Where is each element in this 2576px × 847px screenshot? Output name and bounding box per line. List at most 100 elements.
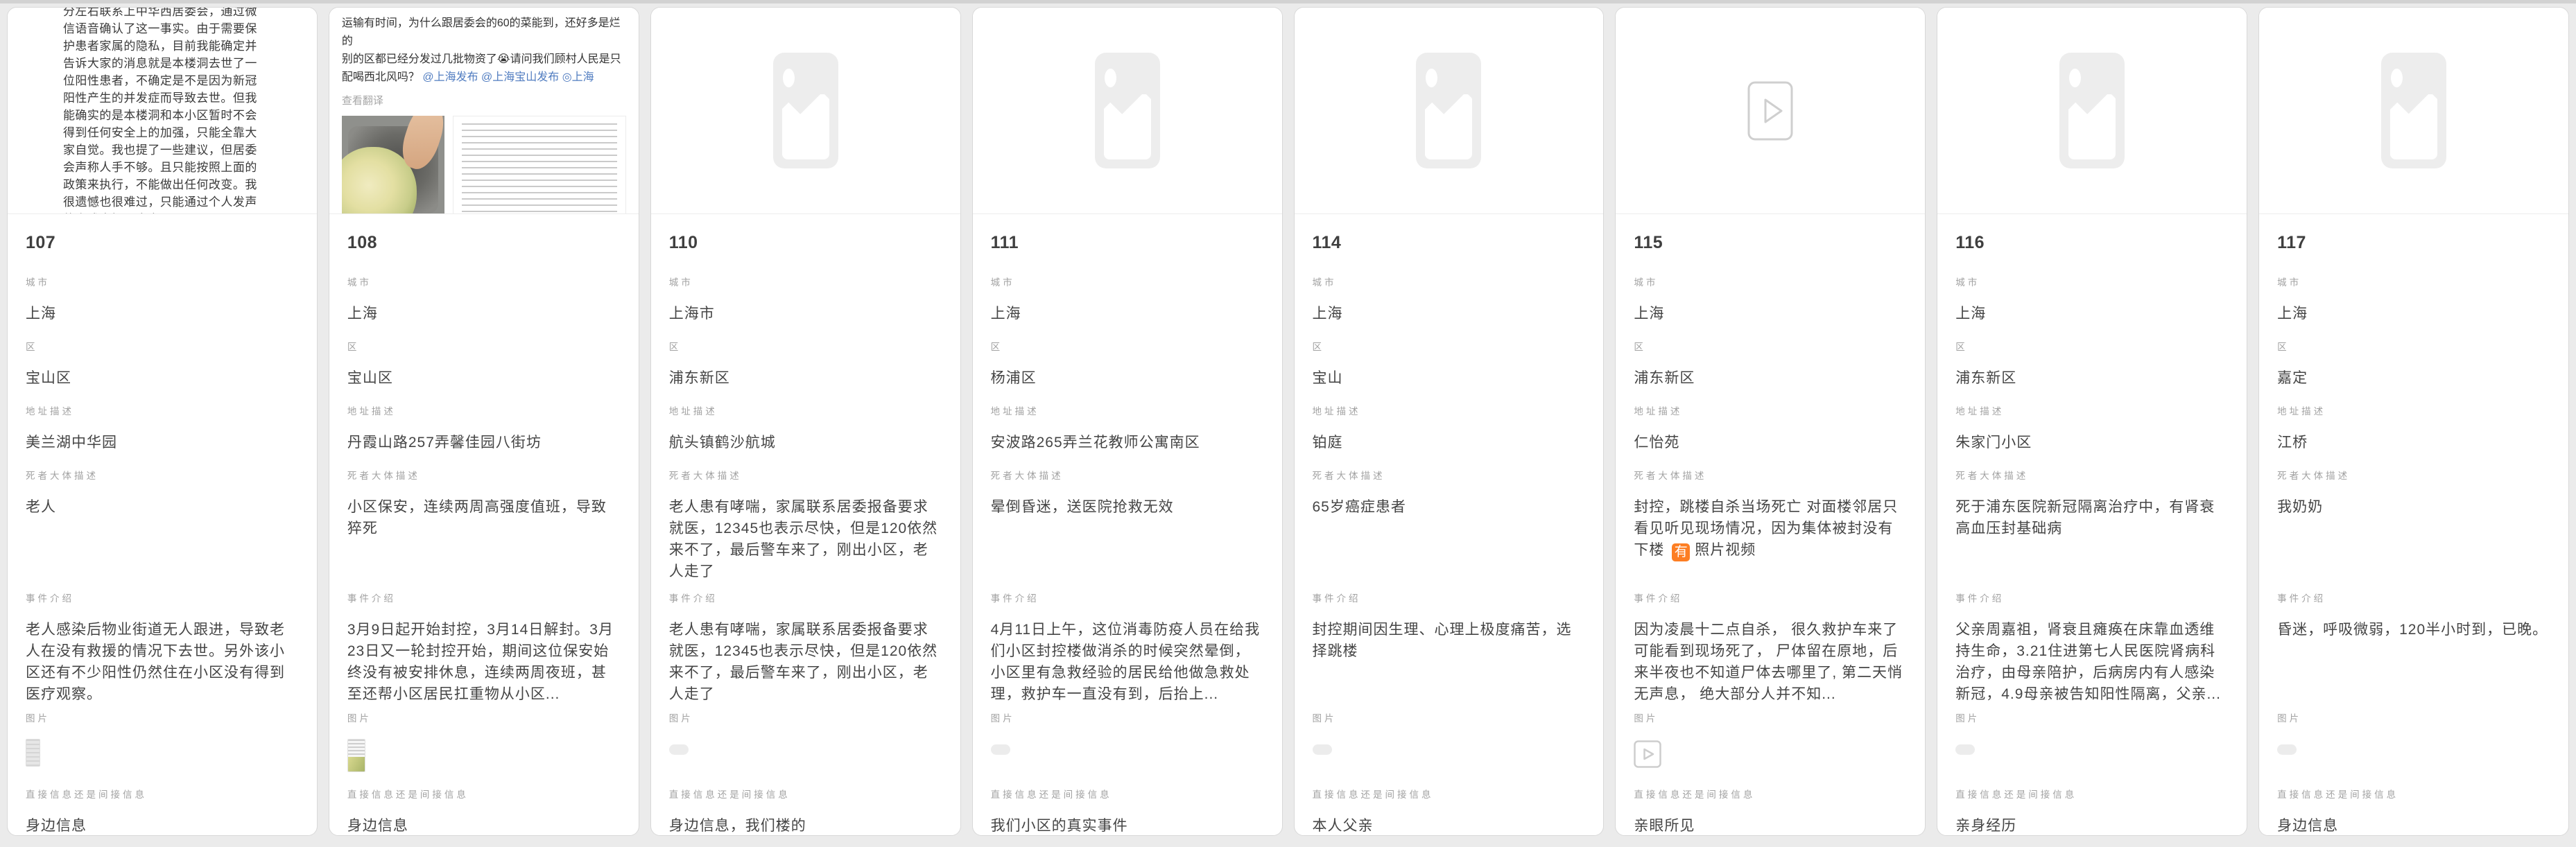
record-cover[interactable] — [1295, 8, 1604, 213]
attachment-thumbnail[interactable] — [26, 739, 40, 767]
video-attachment-thumbnail[interactable] — [1634, 740, 1661, 768]
field-value-address: 美兰湖中华园 — [26, 432, 299, 453]
field-value-victim: 65岁癌症患者 — [1313, 496, 1586, 518]
record-card[interactable]: 117 城市 上海 区 嘉定 地址描述 江桥 死者大体描述 我奶奶 事件介绍 昏… — [2258, 7, 2569, 836]
attachment-thumbnail[interactable] — [1955, 744, 1975, 755]
attachment-thumbnail[interactable] — [347, 739, 365, 772]
field-value-address: 铂庭 — [1313, 432, 1586, 453]
placeholder-mountain-shape — [1425, 94, 1472, 159]
field-label-event: 事件介绍 — [991, 591, 1264, 604]
view-translation-link: 查看翻译 — [342, 93, 626, 107]
field-value-district: 杨浦区 — [991, 367, 1264, 389]
thumbnail-text-part — [348, 740, 365, 757]
field-value-city: 上海 — [1955, 303, 2229, 324]
cabbage-photo — [342, 116, 444, 213]
field-label-city: 城市 — [669, 274, 942, 288]
record-card[interactable]: 运输有时间，为什么跟居委会的60的菜能到，还好多是烂的 别的区都已经分发过几批物… — [329, 7, 639, 836]
record-card[interactable]: 114 城市 上海 区 宝山 地址描述 铂庭 死者大体描述 65岁癌症患者 事件… — [1294, 7, 1605, 836]
field-label-victim: 死者大体描述 — [1313, 468, 1586, 482]
field-label-event: 事件介绍 — [1955, 591, 2229, 604]
field-value-city: 上海市 — [669, 303, 942, 324]
field-label-victim: 死者大体描述 — [991, 468, 1264, 482]
placeholder-sun-shape — [1105, 69, 1116, 87]
placeholder-sun-shape — [783, 69, 795, 87]
placeholder-sun-shape — [1426, 69, 1437, 87]
image-placeholder — [651, 8, 960, 213]
image-placeholder-icon — [773, 53, 838, 168]
field-value-district: 浦东新区 — [1634, 367, 1907, 389]
field-value-address: 航头镇鹤沙航城 — [669, 432, 942, 453]
image-placeholder-icon — [2381, 53, 2446, 168]
attachment-thumbnail[interactable] — [2277, 744, 2297, 755]
field-label-direct: 直接信息还是间接信息 — [1634, 787, 1907, 801]
record-cover[interactable] — [1937, 8, 2247, 213]
cover-weibo-post: 运输有时间，为什么跟居委会的60的菜能到，还好多是烂的 别的区都已经分发过几批物… — [329, 8, 639, 213]
record-number: 108 — [347, 233, 621, 274]
field-label-city: 城市 — [1955, 274, 2229, 288]
placeholder-mountain-shape — [782, 94, 829, 159]
thumbnail-photo-part — [348, 757, 365, 771]
field-value-event: 封控期间因生理、心理上极度痛苦，选择跳楼 — [1313, 619, 1586, 662]
record-card[interactable]: 分左右联系上中华西居委会，通过微信语音确认了这一事实。由于需要保护患者家属的隐私… — [7, 7, 318, 836]
field-value-direct: 亲眼所见 — [1634, 815, 1907, 836]
field-value-district: 嘉定 — [2277, 367, 2550, 389]
field-label-image: 图片 — [1313, 710, 1586, 724]
record-cover[interactable] — [651, 8, 960, 213]
field-value-event: 4月11日上午，这位消毒防疫人员在给我们小区封控楼做消杀的时候突然晕倒，小区里有… — [991, 619, 1264, 705]
field-label-direct: 直接信息还是间接信息 — [991, 787, 1264, 801]
record-number: 110 — [669, 233, 942, 274]
field-label-event: 事件介绍 — [1634, 591, 1907, 604]
image-placeholder-icon — [1095, 53, 1160, 168]
field-value-direct: 本人父亲 — [1313, 815, 1586, 836]
field-label-address: 地址描述 — [2277, 403, 2550, 417]
record-card[interactable]: 110 城市 上海市 区 浦东新区 地址描述 航头镇鹤沙航城 死者大体描述 老人… — [650, 7, 961, 836]
field-label-address: 地址描述 — [26, 403, 299, 417]
field-label-district: 区 — [1313, 339, 1586, 353]
field-value-direct: 身边信息 — [2277, 815, 2550, 836]
field-label-direct: 直接信息还是间接信息 — [1955, 787, 2229, 801]
field-value-event: 老人患有哮喘，家属联系居委报备要求就医，12345也表示尽快，但是120依然来不… — [669, 619, 942, 705]
field-label-district: 区 — [2277, 339, 2550, 353]
field-value-victim: 小区保安，连续两周高强度值班，导致猝死 — [347, 496, 621, 539]
field-label-address: 地址描述 — [1313, 403, 1586, 417]
field-label-image: 图片 — [1955, 710, 2229, 724]
record-cover[interactable]: 分左右联系上中华西居委会，通过微信语音确认了这一事实。由于需要保护患者家属的隐私… — [8, 8, 317, 213]
field-label-direct: 直接信息还是间接信息 — [347, 787, 621, 801]
field-value-address: 丹霞山路257弄馨佳园八街坊 — [347, 432, 621, 453]
video-play-icon — [1747, 81, 1793, 141]
record-card[interactable]: 115 城市 上海 区 浦东新区 地址描述 仁怡苑 死者大体描述 封控，跳楼自杀… — [1615, 7, 1926, 836]
record-cover[interactable] — [973, 8, 1282, 213]
screenshot-text: 分左右联系上中华西居委会，通过微信语音确认了这一事实。由于需要保护患者家属的隐私… — [63, 8, 261, 213]
attachment-thumbnail[interactable] — [1313, 744, 1332, 755]
field-label-direct: 直接信息还是间接信息 — [2277, 787, 2550, 801]
field-value-city: 上海 — [1634, 303, 1907, 324]
field-value-direct: 亲身经历 — [1955, 815, 2229, 836]
field-label-district: 区 — [26, 339, 299, 353]
field-label-city: 城市 — [991, 274, 1264, 288]
record-card[interactable]: 111 城市 上海 区 杨浦区 地址描述 安波路265弄兰花教师公寓南区 死者大… — [972, 7, 1283, 836]
field-value-victim: 死于浦东医院新冠隔离治疗中，有肾衰高血压封基础病 — [1955, 496, 2229, 539]
record-number: 115 — [1634, 233, 1907, 274]
field-value-event: 因为凌晨十二点自杀， 很久救护车来了可能看到现场死了， 尸体留在原地，后来半夜也… — [1634, 619, 1907, 705]
field-value-address: 朱家门小区 — [1955, 432, 2229, 453]
field-label-event: 事件介绍 — [1313, 591, 1586, 604]
field-label-district: 区 — [669, 339, 942, 353]
post-mention-links: @上海发布 @上海宝山发布 ◎上海 — [422, 71, 594, 83]
attachment-thumbnail[interactable] — [991, 744, 1010, 755]
record-cover[interactable]: 运输有时间，为什么跟居委会的60的菜能到，还好多是烂的 别的区都已经分发过几批物… — [329, 8, 639, 213]
field-value-district: 宝山 — [1313, 367, 1586, 389]
attachment-thumbnail[interactable] — [669, 744, 689, 755]
record-number: 114 — [1313, 233, 1586, 274]
record-cover[interactable] — [1616, 8, 1925, 213]
field-label-direct: 直接信息还是间接信息 — [669, 787, 942, 801]
field-value-district: 宝山区 — [347, 367, 621, 389]
field-value-direct: 身边信息，我们楼的 — [669, 815, 942, 836]
field-label-victim: 死者大体描述 — [1634, 468, 1907, 482]
image-placeholder — [1295, 8, 1604, 213]
field-label-image: 图片 — [669, 710, 942, 724]
image-placeholder — [2259, 8, 2568, 213]
field-value-event: 父亲周嘉祖，肾衰且瘫痪在床靠血透维持生命，3.21住进第七人民医院肾病科治疗，由… — [1955, 619, 2229, 705]
record-cover[interactable] — [2259, 8, 2568, 213]
record-card[interactable]: 116 城市 上海 区 浦东新区 地址描述 朱家门小区 死者大体描述 死于浦东医… — [1937, 7, 2247, 836]
field-label-city: 城市 — [1634, 274, 1907, 288]
